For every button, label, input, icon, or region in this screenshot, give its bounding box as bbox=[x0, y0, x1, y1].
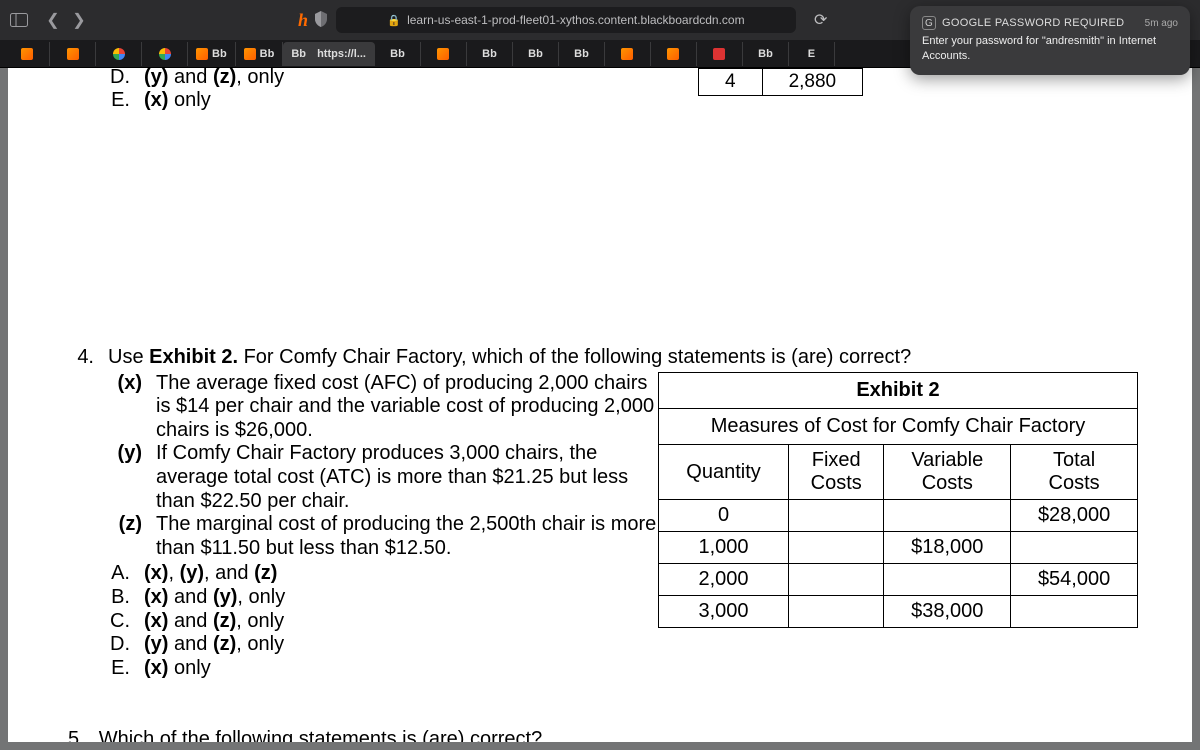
table-row: 1,000$18,000 bbox=[659, 532, 1138, 564]
tab[interactable] bbox=[4, 42, 50, 66]
tab[interactable] bbox=[50, 42, 96, 66]
exhibit-2-table: Exhibit 2 Measures of Cost for Comfy Cha… bbox=[658, 372, 1138, 628]
tab[interactable]: Bb bbox=[559, 42, 605, 66]
question-number: 4. bbox=[68, 346, 94, 680]
col-header: Quantity bbox=[659, 445, 789, 500]
tab[interactable]: Bb bbox=[467, 42, 513, 66]
favicon-icon bbox=[159, 48, 171, 60]
partial-table: 42,880 bbox=[698, 68, 863, 96]
tab[interactable]: Bb bbox=[375, 42, 421, 66]
tab-active[interactable]: Bb https://l... bbox=[283, 42, 375, 66]
address-bar[interactable]: 🔒 learn-us-east-1-prod-fleet01-xythos.co… bbox=[336, 7, 796, 33]
forward-button[interactable]: ❯ bbox=[68, 9, 90, 31]
favicon-icon bbox=[196, 48, 208, 60]
favicon-icon bbox=[67, 48, 79, 60]
system-notification[interactable]: G GOOGLE PASSWORD REQUIRED 5m ago Enter … bbox=[910, 6, 1190, 75]
tab[interactable] bbox=[142, 42, 188, 66]
honey-extension-icon[interactable]: h bbox=[298, 10, 308, 31]
question-5-partial: 5. Which of the following statements is … bbox=[68, 728, 542, 742]
notification-body: Enter your password for "andresmith" in … bbox=[922, 34, 1178, 65]
lock-icon: 🔒 bbox=[387, 14, 401, 27]
col-header: VariableCosts bbox=[884, 445, 1011, 500]
tab[interactable] bbox=[605, 42, 651, 66]
tab[interactable]: Bb bbox=[236, 42, 284, 66]
privacy-shield-icon[interactable] bbox=[314, 11, 328, 30]
tab[interactable]: Bb bbox=[743, 42, 789, 66]
notification-time: 5m ago bbox=[1145, 18, 1178, 29]
exhibit-subtitle: Measures of Cost for Comfy Chair Factory bbox=[658, 408, 1138, 444]
pdf-viewer: D.(y) and (z), only E.(x) only 42,880 4.… bbox=[0, 68, 1200, 750]
favicon-icon bbox=[437, 48, 449, 60]
favicon-icon bbox=[113, 48, 125, 60]
tab[interactable]: Bb bbox=[513, 42, 559, 66]
notification-title: GOOGLE PASSWORD REQUIRED bbox=[942, 17, 1124, 29]
col-header: FixedCosts bbox=[789, 445, 884, 500]
google-logo-icon: G bbox=[922, 16, 936, 30]
table-row: 3,000$38,000 bbox=[659, 596, 1138, 628]
partial-previous-question: D.(y) and (z), only E.(x) only bbox=[108, 68, 284, 112]
col-header: TotalCosts bbox=[1011, 445, 1138, 500]
exhibit-title: Exhibit 2 bbox=[658, 372, 1138, 408]
reload-button[interactable]: ⟳ bbox=[814, 10, 827, 30]
favicon-icon bbox=[713, 48, 725, 60]
tab[interactable]: E bbox=[789, 42, 835, 66]
tab[interactable] bbox=[697, 42, 743, 66]
favicon-icon bbox=[667, 48, 679, 60]
url-text: learn-us-east-1-prod-fleet01-xythos.cont… bbox=[407, 13, 745, 27]
tab[interactable] bbox=[421, 42, 467, 66]
document-page: D.(y) and (z), only E.(x) only 42,880 4.… bbox=[8, 68, 1192, 742]
table-row: 0$28,000 bbox=[659, 500, 1138, 532]
back-button[interactable]: ❮ bbox=[42, 9, 64, 31]
sidebar-toggle-icon[interactable] bbox=[8, 9, 30, 31]
tab[interactable] bbox=[651, 42, 697, 66]
favicon-icon bbox=[621, 48, 633, 60]
tab[interactable]: Bb bbox=[188, 42, 236, 66]
tab[interactable] bbox=[96, 42, 142, 66]
favicon-icon bbox=[21, 48, 33, 60]
table-row: 2,000$54,000 bbox=[659, 564, 1138, 596]
favicon-icon bbox=[244, 48, 256, 60]
